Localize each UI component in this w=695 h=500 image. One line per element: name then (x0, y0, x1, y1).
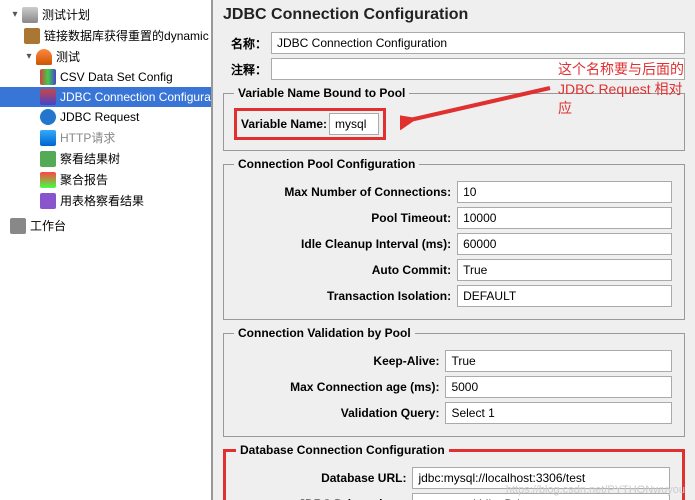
config-icon (40, 89, 56, 105)
tree-test-label: 测试 (56, 48, 80, 65)
cfg-row: Max Number of Connections: (234, 179, 674, 205)
db-legend: Database Connection Configuration (236, 443, 449, 457)
cfg-key: Validation Query: (234, 400, 443, 426)
validation-query-input[interactable] (445, 402, 672, 424)
tree-root-label: 测试计划 (42, 6, 90, 23)
cfg-row: JDBC Driver class: (236, 491, 672, 500)
cfg-row: Pool Timeout: (234, 205, 674, 231)
tree-workbench-label: 工作台 (30, 217, 66, 234)
pool-legend: Connection Pool Configuration (234, 157, 419, 171)
tree-item-http[interactable]: HTTP请求 (0, 127, 211, 148)
idle-interval-input[interactable] (457, 233, 672, 255)
db-url-input[interactable] (412, 467, 670, 489)
db-fieldset: Database Connection Configuration Databa… (223, 443, 685, 500)
cfg-row: Keep-Alive: (234, 348, 674, 374)
tree-item-aggregate[interactable]: 聚合报告 (0, 169, 211, 190)
tree-item-csv[interactable]: CSV Data Set Config (0, 67, 211, 87)
chart-icon (40, 172, 56, 188)
cfg-row: Database URL: (236, 465, 672, 491)
csv-icon (40, 69, 56, 85)
cfg-key: Max Number of Connections: (234, 179, 455, 205)
cfg-key: Database URL: (236, 465, 410, 491)
tree-link-label: 链接数据库获得重置的 (44, 27, 164, 44)
cfg-key: Idle Cleanup Interval (ms): (234, 231, 455, 257)
tree-link-suffix: dynamic + res (164, 29, 213, 43)
varname-input[interactable] (329, 113, 379, 135)
thread-icon (36, 49, 52, 65)
max-conn-input[interactable] (457, 181, 672, 203)
cfg-row: Transaction Isolation: (234, 283, 674, 309)
cfg-key: Transaction Isolation: (234, 283, 455, 309)
cfg-key: JDBC Driver class: (236, 491, 410, 500)
table-icon (40, 193, 56, 209)
flask-icon (22, 7, 38, 23)
name-label: 名称： (223, 35, 271, 52)
tree-item-table-results[interactable]: 用表格察看结果 (0, 190, 211, 211)
cfg-row: Idle Cleanup Interval (ms): (234, 231, 674, 257)
cfg-key: Max Connection age (ms): (234, 374, 443, 400)
tree-item-label: HTTP请求 (60, 129, 115, 146)
tree-item-label: 用表格察看结果 (60, 192, 144, 209)
toggle-icon[interactable]: ▾ (10, 9, 20, 20)
cfg-key: Auto Commit: (234, 257, 455, 283)
varbind-legend: Variable Name Bound to Pool (234, 86, 409, 100)
cfg-row: Max Connection age (ms): (234, 374, 674, 400)
workbench-icon (10, 218, 26, 234)
tree-item-label: 聚合报告 (60, 171, 108, 188)
tree-item-results-tree[interactable]: 察看结果树 (0, 148, 211, 169)
tree-item-jdbc-request[interactable]: JDBC Request (0, 107, 211, 127)
tree-item-jdbc-config[interactable]: JDBC Connection Configuration (0, 87, 211, 107)
comment-label: 注释： (223, 61, 271, 78)
link-icon (24, 28, 40, 44)
arrow-icon (400, 80, 560, 130)
toggle-icon[interactable]: ▾ (24, 51, 34, 62)
tree-root[interactable]: ▾ 测试计划 (0, 4, 211, 25)
page-title: JDBC Connection Configuration (223, 6, 685, 24)
varname-label: Variable Name: (241, 117, 327, 131)
tree-thread-group[interactable]: ▾ 测试 (0, 46, 211, 67)
tree-panel: ▾ 测试计划 链接数据库获得重置的 dynamic + res ▾ 测试 CSV… (0, 0, 213, 500)
pool-fieldset: Connection Pool Configuration Max Number… (223, 157, 685, 320)
cfg-key: Pool Timeout: (234, 205, 455, 231)
tree-link-node[interactable]: 链接数据库获得重置的 dynamic + res (0, 25, 211, 46)
annotation-text: 这个名称要与后面的JDBC Request 相对应 (558, 60, 688, 119)
keepalive-input[interactable] (445, 350, 672, 372)
tx-isolation-input[interactable] (457, 285, 672, 307)
http-icon (40, 130, 56, 146)
tree-item-label: 察看结果树 (60, 150, 120, 167)
max-age-input[interactable] (445, 376, 672, 398)
validation-legend: Connection Validation by Pool (234, 326, 415, 340)
pool-timeout-input[interactable] (457, 207, 672, 229)
cfg-row: Auto Commit: (234, 257, 674, 283)
tree-item-label: JDBC Connection Configuration (60, 90, 213, 104)
cfg-key: Keep-Alive: (234, 348, 443, 374)
driver-class-input[interactable] (412, 493, 670, 500)
name-input[interactable] (271, 32, 685, 54)
results-tree-icon (40, 151, 56, 167)
jdbc-icon (40, 109, 56, 125)
tree-workbench[interactable]: 工作台 (0, 215, 211, 236)
validation-fieldset: Connection Validation by Pool Keep-Alive… (223, 326, 685, 437)
tree-item-label: JDBC Request (60, 110, 139, 124)
tree-item-label: CSV Data Set Config (60, 70, 173, 84)
auto-commit-input[interactable] (457, 259, 672, 281)
cfg-row: Validation Query: (234, 400, 674, 426)
